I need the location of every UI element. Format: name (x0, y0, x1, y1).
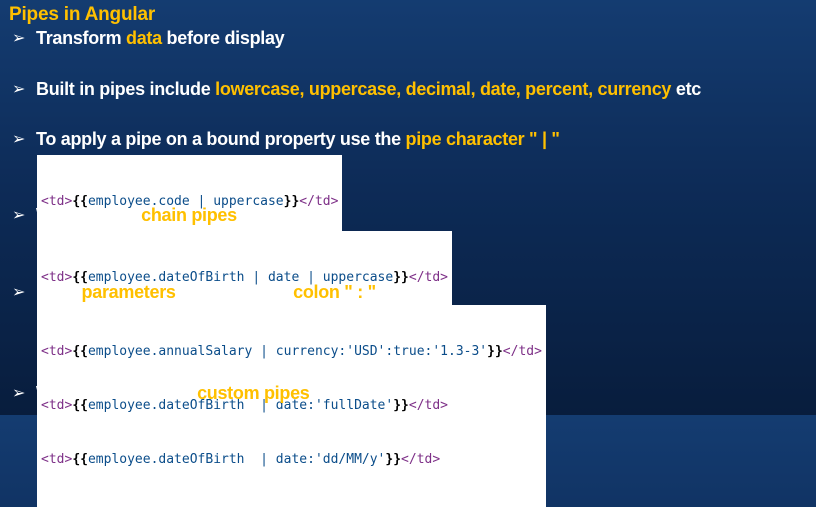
code-close-braces: }} (283, 194, 300, 209)
bullet-built-in-pipes: ➢ Built in pipes include lowercase, upper… (12, 79, 701, 100)
code-close-tag: </td> (408, 270, 449, 285)
bullet-text: Pass (36, 282, 82, 302)
bullet-text: We can also (36, 205, 142, 225)
code-line: <td>{{employee.dateOfBirth | date:'dd/MM… (41, 451, 542, 469)
bullet-transform-data: ➢ Transform data before display (12, 28, 285, 49)
bullet-highlight: pipe character " | " (405, 129, 560, 149)
bullet-highlight: data (126, 28, 162, 48)
bullet-text: to pipe using (175, 282, 294, 302)
bullet-text: Built in pipes include (36, 79, 216, 99)
code-open-braces: {{ (72, 344, 88, 359)
code-close-tag: </td> (502, 344, 542, 359)
code-expression: employee.dateOfBirth | date:'dd/MM/y' (87, 452, 386, 467)
slide-title: Pipes in Angular (9, 4, 156, 25)
arrowhead-bullet-icon: ➢ (12, 284, 26, 301)
bullet-custom-pipes: ➢ We can also create custom pipes (12, 383, 310, 404)
code-open-tag: <td> (41, 452, 73, 467)
code-close-tag: </td> (408, 398, 449, 413)
bullet-text: before display (161, 28, 285, 48)
code-expression: employee.annualSalary | currency:'USD':t… (87, 344, 488, 359)
bullet-text: Transform (36, 28, 127, 48)
code-close-braces: }} (393, 270, 409, 285)
bullet-chain-pipes: ➢ We can also chain pipes (12, 205, 237, 226)
code-close-tag: </td> (401, 452, 441, 467)
code-line: <td>{{employee.annualSalary | currency:'… (41, 343, 542, 361)
code-close-braces: }} (393, 398, 409, 413)
code-open-braces: {{ (72, 452, 88, 467)
arrowhead-bullet-icon: ➢ (12, 30, 26, 47)
bullet-pipe-character: ➢ To apply a pipe on a bound property use… (12, 129, 560, 150)
bullet-highlight: chain pipes (141, 205, 237, 225)
arrowhead-bullet-icon: ➢ (12, 385, 26, 402)
bullet-parameters: ➢ Pass parameters to pipe using colon " :… (12, 282, 376, 303)
code-snippet-parameters: <td>{{employee.annualSalary | currency:'… (37, 305, 546, 507)
code-close-tag: </td> (299, 194, 339, 209)
bullet-highlight: colon " : " (293, 282, 376, 302)
code-close-braces: }} (487, 344, 503, 359)
bullet-text: To apply a pipe on a bound property use … (36, 129, 406, 149)
arrowhead-bullet-icon: ➢ (12, 207, 26, 224)
bullet-text: etc (671, 79, 701, 99)
arrowhead-bullet-icon: ➢ (12, 131, 26, 148)
bullet-highlight: custom pipes (197, 383, 310, 403)
code-open-tag: <td> (41, 344, 73, 359)
arrowhead-bullet-icon: ➢ (12, 81, 26, 98)
code-close-braces: }} (385, 452, 402, 467)
bullet-text: We can also create (36, 383, 198, 403)
bullet-highlight: lowercase, uppercase, decimal, date, per… (215, 79, 672, 99)
bullet-highlight: parameters (81, 282, 176, 302)
slide: Pipes in Angular ➢ Transform data before … (0, 0, 816, 507)
